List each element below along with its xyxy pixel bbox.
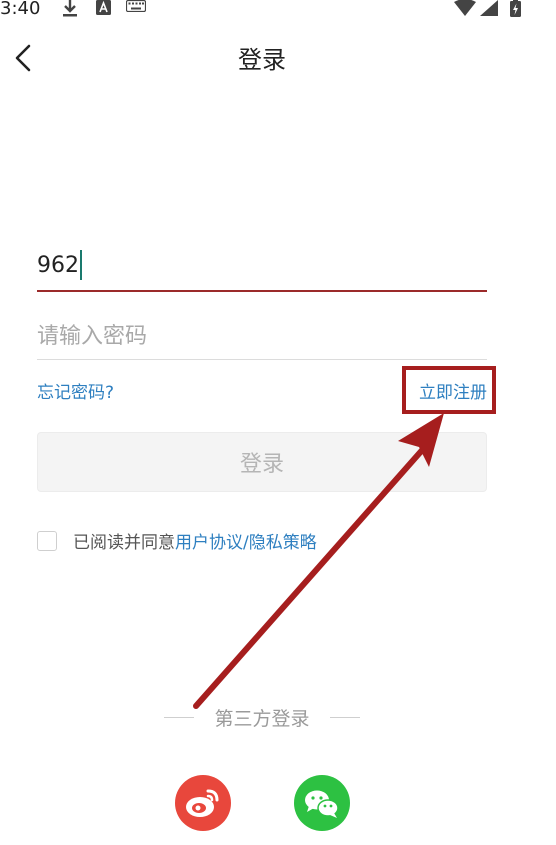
page-title: 登录 xyxy=(238,46,286,74)
battery-icon xyxy=(510,0,521,17)
signal-icon xyxy=(480,0,498,16)
divider-line-right xyxy=(329,716,360,718)
text-a-icon xyxy=(96,0,111,15)
weibo-icon xyxy=(186,789,219,817)
agreement-prefix: 已阅读并同意 xyxy=(73,533,175,553)
third-party-label: 第三方登录 xyxy=(214,707,310,730)
wechat-icon xyxy=(305,790,339,818)
download-icon xyxy=(63,0,77,17)
forgot-password-link[interactable]: 忘记密码? xyxy=(37,378,114,403)
agreement-link[interactable]: 用户协议/隐私策略 xyxy=(175,528,317,553)
login-screen: 3:40 登录 962 请输入密码 忘记密码? 立即注册 登录 已阅读并同意 用… xyxy=(0,0,556,845)
wechat-login-button[interactable] xyxy=(294,775,350,831)
third-party-divider: 第三方登录 xyxy=(164,704,360,730)
password-input[interactable]: 请输入密码 xyxy=(37,312,487,360)
phone-input[interactable]: 962 xyxy=(37,244,487,292)
phone-input-value: 962 xyxy=(37,250,82,280)
phone-input-text: 962 xyxy=(37,252,79,278)
weibo-login-button[interactable] xyxy=(175,775,231,831)
agreement-checkbox[interactable] xyxy=(37,530,57,551)
status-bar: 3:40 xyxy=(0,0,556,20)
wifi-icon xyxy=(454,0,476,16)
login-button[interactable]: 登录 xyxy=(37,432,487,492)
agreement-row: 已阅读并同意 用户协议/隐私策略 xyxy=(37,528,317,553)
keyboard-icon xyxy=(126,0,146,12)
annotation-highlight-box xyxy=(402,366,496,414)
text-caret xyxy=(80,250,82,280)
divider-line-left xyxy=(164,716,194,718)
password-placeholder: 请输入密码 xyxy=(37,324,148,349)
status-time: 3:40 xyxy=(0,0,41,19)
